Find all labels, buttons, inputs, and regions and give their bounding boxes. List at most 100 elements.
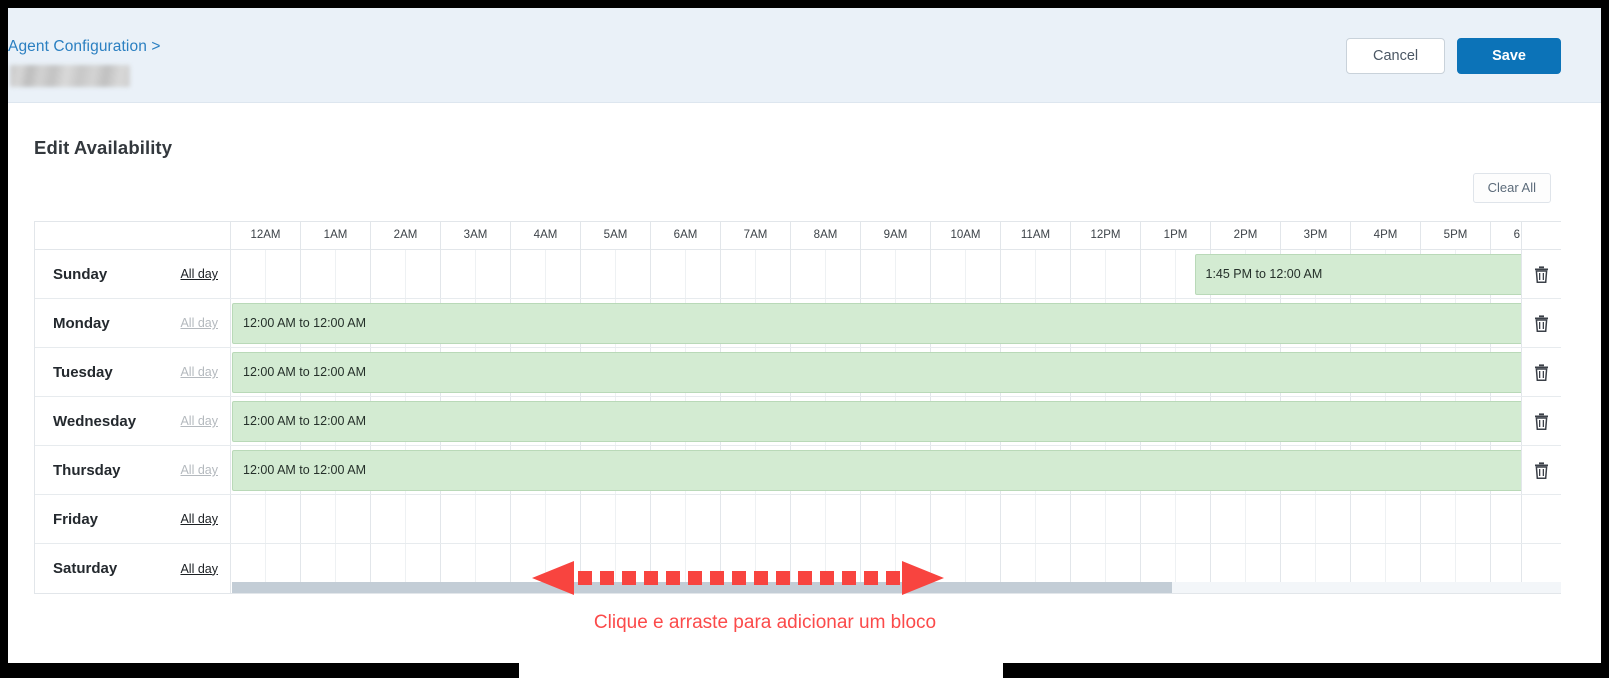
time-slot-cell[interactable] <box>301 250 336 298</box>
time-slot-cell[interactable] <box>231 250 266 298</box>
time-slot-cell[interactable] <box>1456 495 1491 543</box>
time-slot-cell[interactable] <box>581 250 616 298</box>
time-slot-cell[interactable] <box>1036 250 1071 298</box>
delete-row-button[interactable] <box>1521 299 1561 347</box>
time-slot-cell[interactable] <box>1351 495 1386 543</box>
all-day-link-thursday[interactable]: All day <box>180 463 218 477</box>
time-slot-cell[interactable] <box>756 250 791 298</box>
timeline-track-thursday[interactable]: 12:00 AM to 12:00 AM <box>231 446 1521 494</box>
availability-block[interactable]: 12:00 AM to 12:00 AM <box>232 401 1521 442</box>
time-slot-cell[interactable] <box>791 495 826 543</box>
delete-row-button[interactable] <box>1521 348 1561 396</box>
all-day-link-tuesday[interactable]: All day <box>180 365 218 379</box>
time-slot-cell[interactable] <box>441 250 476 298</box>
horizontal-scrollbar[interactable] <box>232 582 1561 593</box>
time-slot-cell[interactable] <box>441 495 476 543</box>
timeline-track-sunday[interactable]: 1:45 PM to 12:00 AM <box>231 250 1521 298</box>
time-slot-cell[interactable] <box>931 250 966 298</box>
trash-icon[interactable] <box>1534 461 1549 479</box>
time-slot-cell[interactable] <box>1001 250 1036 298</box>
time-slot-cell[interactable] <box>616 250 651 298</box>
time-slot-cell[interactable] <box>1106 495 1141 543</box>
all-day-link-saturday[interactable]: All day <box>180 562 218 576</box>
time-slot-cell[interactable] <box>896 250 931 298</box>
availability-block[interactable]: 12:00 AM to 12:00 AM <box>232 450 1521 491</box>
time-slot-cell[interactable] <box>1176 495 1211 543</box>
all-day-link-sunday[interactable]: All day <box>180 267 218 281</box>
time-slot-cell[interactable] <box>861 250 896 298</box>
time-slot-cell[interactable] <box>1316 495 1351 543</box>
all-day-link-monday[interactable]: All day <box>180 316 218 330</box>
time-slot-cell[interactable] <box>301 495 336 543</box>
time-slot-cell[interactable] <box>651 495 686 543</box>
delete-row-button[interactable] <box>1521 446 1561 494</box>
time-slot-cell[interactable] <box>1246 495 1281 543</box>
time-slot-cell[interactable] <box>896 495 931 543</box>
time-slot-cell[interactable] <box>371 495 406 543</box>
time-slot-cell[interactable] <box>651 250 686 298</box>
clear-all-button[interactable]: Clear All <box>1472 173 1551 203</box>
availability-block[interactable]: 12:00 AM to 12:00 AM <box>232 352 1521 393</box>
time-slot-cell[interactable] <box>476 495 511 543</box>
time-slot-cell[interactable] <box>581 495 616 543</box>
time-slot-cell[interactable] <box>721 250 756 298</box>
time-slot-cell[interactable] <box>826 495 861 543</box>
time-slot-cell[interactable] <box>966 250 1001 298</box>
time-slot-cell[interactable] <box>336 495 371 543</box>
time-slot-cell[interactable] <box>406 250 441 298</box>
time-slot-cell[interactable] <box>1071 495 1106 543</box>
time-slot-cell[interactable] <box>266 495 301 543</box>
time-slot-cell[interactable] <box>966 495 1001 543</box>
time-slot-cell[interactable] <box>1141 250 1176 298</box>
trash-icon[interactable] <box>1534 363 1549 381</box>
time-slot-cell[interactable] <box>721 495 756 543</box>
scrollbar-thumb[interactable] <box>232 582 1172 593</box>
time-slot-cell[interactable] <box>1211 495 1246 543</box>
time-slot-cell[interactable] <box>1281 495 1316 543</box>
cancel-button[interactable]: Cancel <box>1345 38 1446 74</box>
time-slot-cell[interactable] <box>1036 495 1071 543</box>
time-slot-cell[interactable] <box>826 250 861 298</box>
time-slot-cell[interactable] <box>511 250 546 298</box>
time-slot-cell[interactable] <box>546 250 581 298</box>
time-slot-cell[interactable] <box>371 250 406 298</box>
all-day-link-wednesday[interactable]: All day <box>180 414 218 428</box>
header-actions: Cancel Save <box>1345 38 1561 74</box>
time-slot-cell[interactable] <box>616 495 651 543</box>
time-slot-cell[interactable] <box>546 495 581 543</box>
time-slot-cell[interactable] <box>231 495 266 543</box>
time-slot-cell[interactable] <box>1071 250 1106 298</box>
time-slot-cell[interactable] <box>476 250 511 298</box>
timeline-track-monday[interactable]: 12:00 AM to 12:00 AM <box>231 299 1521 347</box>
save-button[interactable]: Save <box>1457 38 1561 74</box>
grid-header-row: 12AM 1AM 2AM 3AM 4AM 5AM 6AM 7AM 8AM 9AM 10AM 11AM 1… <box>35 222 1561 250</box>
timeline-track-wednesday[interactable]: 12:00 AM to 12:00 AM <box>231 397 1521 445</box>
time-slot-cell[interactable] <box>1001 495 1036 543</box>
delete-row-button[interactable] <box>1521 397 1561 445</box>
time-slot-cell[interactable] <box>1421 495 1456 543</box>
all-day-link-friday[interactable]: All day <box>180 512 218 526</box>
breadcrumb-link-agent-configuration[interactable]: Agent Configuration > <box>8 38 160 55</box>
time-slot-cell[interactable] <box>1106 250 1141 298</box>
availability-block[interactable]: 12:00 AM to 12:00 AM <box>232 303 1521 344</box>
time-slot-cell[interactable] <box>406 495 441 543</box>
delete-row-button[interactable] <box>1521 250 1561 298</box>
trash-icon[interactable] <box>1534 412 1549 430</box>
time-slot-cell[interactable] <box>1386 495 1421 543</box>
time-slot-cell[interactable] <box>266 250 301 298</box>
availability-block[interactable]: 1:45 PM to 12:00 AM <box>1194 254 1521 295</box>
time-slot-cell[interactable] <box>336 250 371 298</box>
trash-icon[interactable] <box>1534 314 1549 332</box>
time-slot-cell[interactable] <box>756 495 791 543</box>
timeline-track-tuesday[interactable]: 12:00 AM to 12:00 AM <box>231 348 1521 396</box>
time-slot-cell[interactable] <box>686 250 721 298</box>
time-slot-cell[interactable] <box>1491 495 1521 543</box>
timeline-track-friday[interactable] <box>231 495 1521 543</box>
time-slot-cell[interactable] <box>931 495 966 543</box>
time-slot-cell[interactable] <box>1141 495 1176 543</box>
time-slot-cell[interactable] <box>791 250 826 298</box>
time-slot-cell[interactable] <box>686 495 721 543</box>
time-slot-cell[interactable] <box>511 495 546 543</box>
time-slot-cell[interactable] <box>861 495 896 543</box>
trash-icon[interactable] <box>1534 265 1549 283</box>
